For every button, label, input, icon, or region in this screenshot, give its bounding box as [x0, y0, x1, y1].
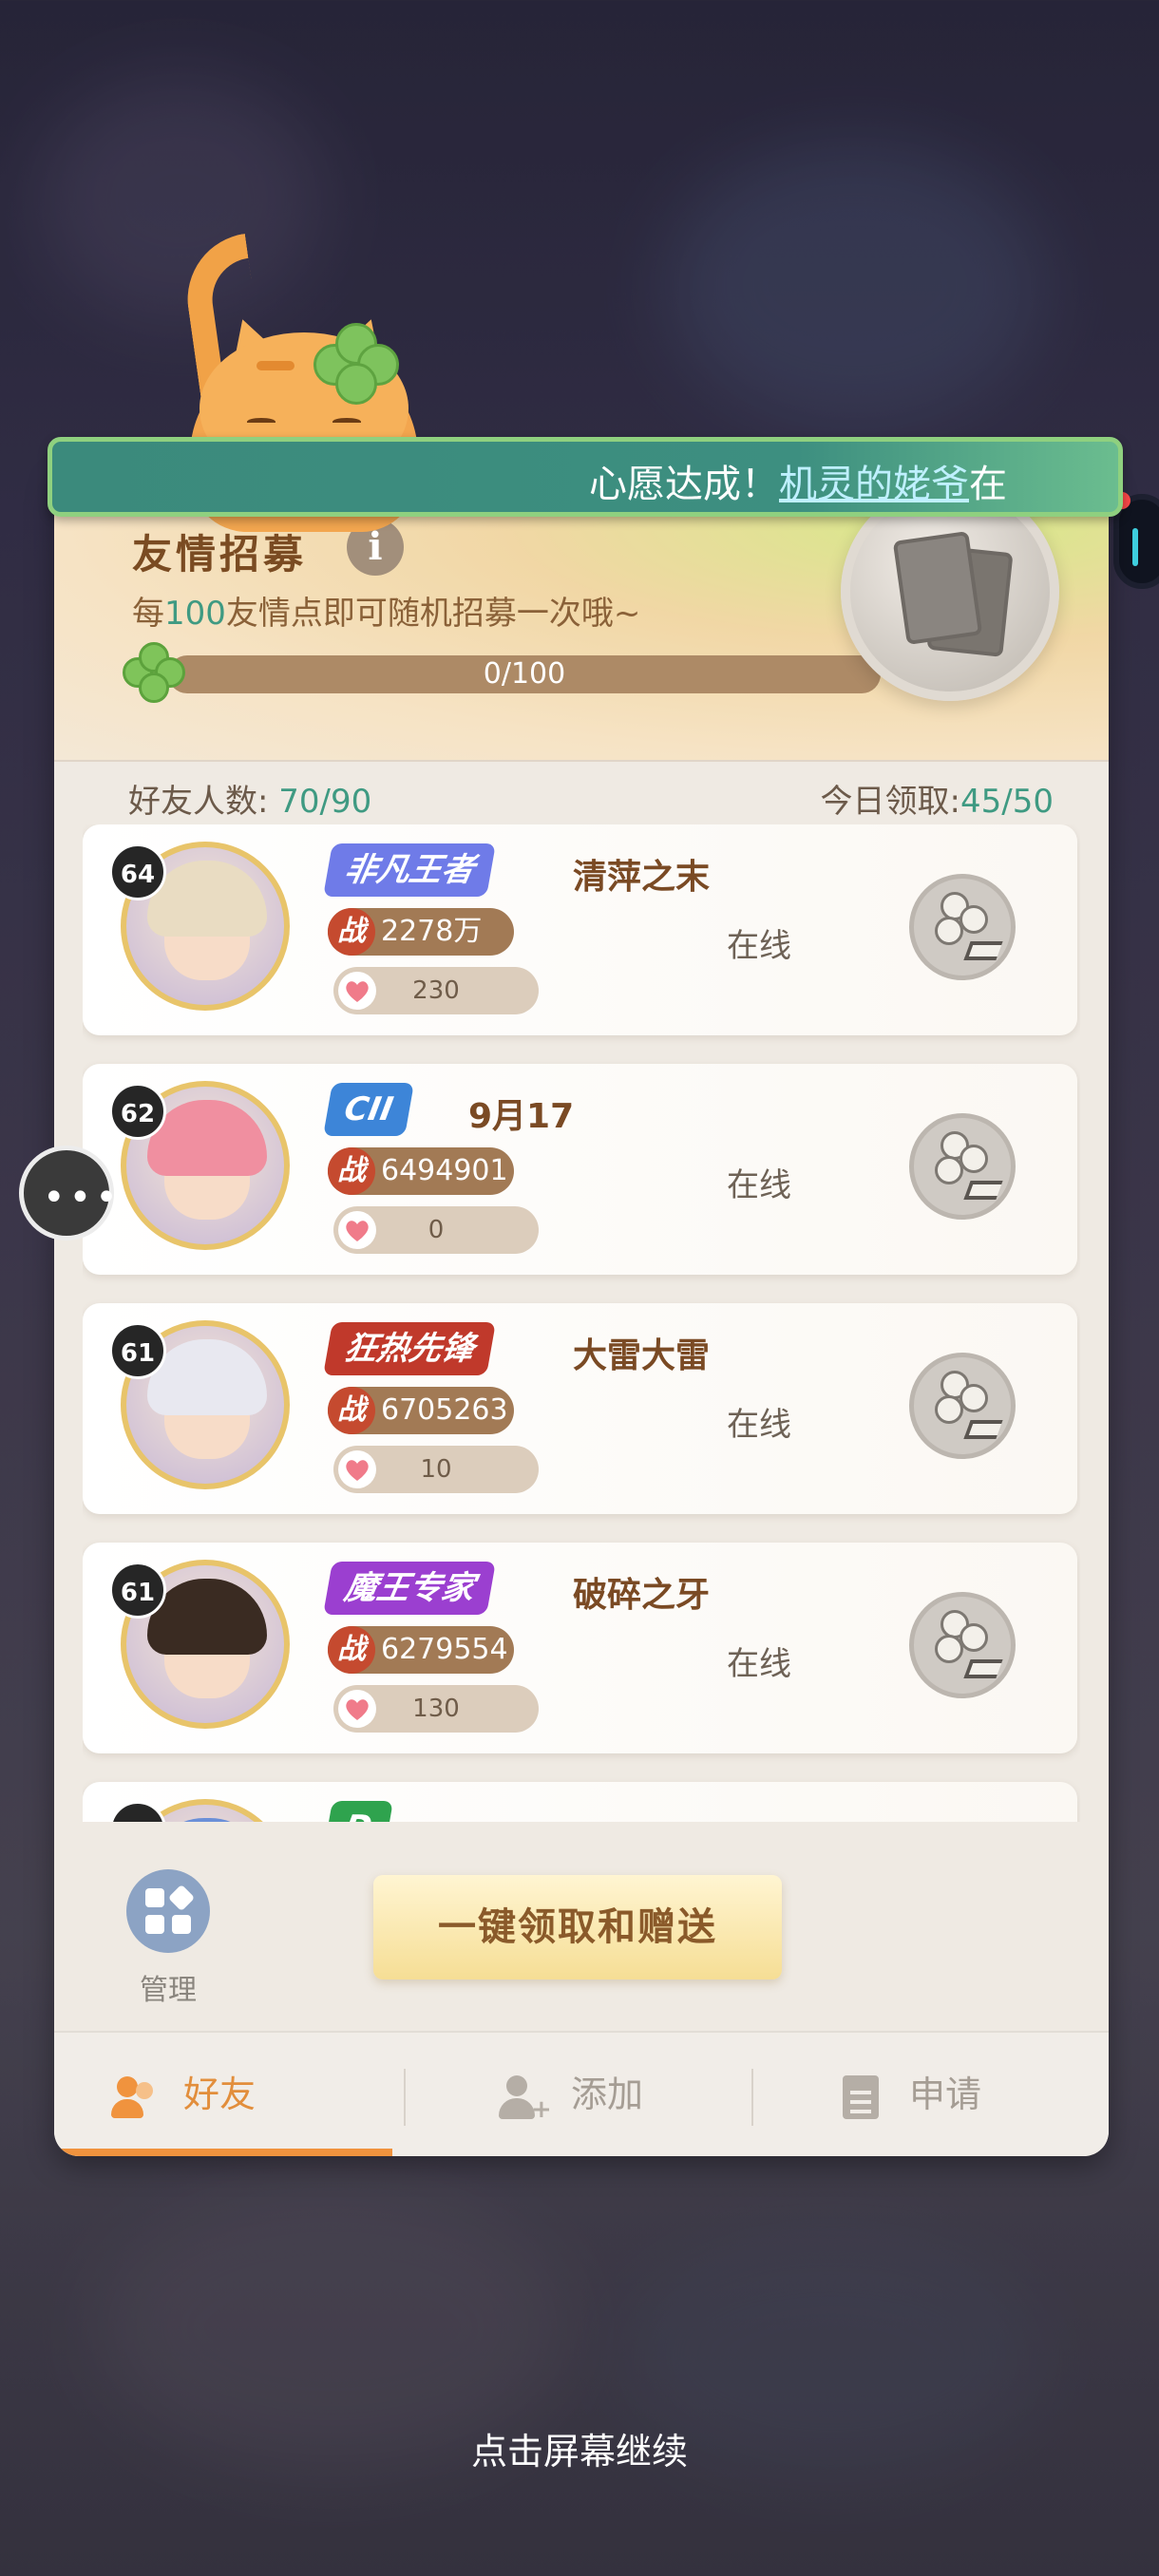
heart-icon — [338, 1211, 376, 1249]
chat-float-button[interactable]: ••• — [19, 1146, 118, 1241]
power-value: 战 6705263 — [328, 1387, 514, 1434]
tap-to-continue[interactable]: 点击屏幕继续 — [0, 2422, 1159, 2474]
clover-icon — [314, 323, 399, 408]
friend-count: 好友人数: 70/90 — [128, 783, 372, 821]
claim-and-send-all-button[interactable]: 一键领取和赠送 — [373, 1875, 782, 1979]
indicator-bar — [1132, 528, 1138, 566]
tab-add[interactable]: + 添加 — [499, 2033, 643, 2156]
level-badge: 61 — [109, 1562, 166, 1619]
banner-player-link[interactable]: 机灵的姥爷 — [779, 463, 969, 506]
friend-list[interactable]: 64 非凡王者 清萍之末 战 2278万 230 在线 62 CII 9月17 战… — [83, 824, 1080, 1822]
send-gift-button[interactable] — [909, 1353, 1016, 1459]
chat-icon: ••• — [43, 1176, 122, 1220]
friendship-points: 230 — [333, 967, 539, 1014]
title-badge: CII — [323, 1083, 415, 1136]
add-user-icon: + — [499, 2074, 552, 2122]
card-icon — [892, 530, 983, 646]
friendship-points: 130 — [333, 1685, 539, 1733]
online-status: 在线 — [727, 927, 791, 965]
bottom-tabs: 好友 + 添加 申请 — [54, 2031, 1109, 2156]
level-badge: 61 — [109, 1322, 166, 1379]
online-status: 在线 — [727, 1406, 791, 1444]
title-badge: D — [323, 1801, 394, 1822]
level-badge: 62 — [109, 1083, 166, 1140]
power-value: 战 6279554 — [328, 1626, 514, 1674]
friend-card[interactable]: 61 狂热先锋 大雷大雷 战 6705263 10 在线 — [83, 1303, 1077, 1514]
title-badge: 狂热先锋 — [323, 1322, 496, 1375]
friend-name: 清萍之末 — [573, 858, 711, 897]
send-gift-button[interactable] — [909, 1113, 1016, 1220]
active-tab-indicator — [54, 2149, 392, 2156]
friend-name: 大雷大雷 — [573, 1336, 711, 1375]
recruit-subtitle: 每100友情点即可随机招募一次哦~ — [132, 595, 641, 633]
friend-card[interactable]: 62 CII 9月17 战 6494901 0 在线 — [83, 1064, 1077, 1275]
heart-icon — [338, 972, 376, 1010]
heart-icon — [338, 1690, 376, 1728]
friend-name: 9月17 — [468, 1097, 575, 1136]
power-value: 战 6494901 — [328, 1147, 514, 1195]
send-gift-button[interactable] — [909, 1592, 1016, 1698]
banner-text: 心愿达成！机灵的姥爷在 — [589, 463, 1007, 506]
send-gift-button[interactable] — [909, 874, 1016, 980]
title-badge: 魔王专家 — [323, 1562, 496, 1615]
friend-name: 破碎之牙 — [573, 1576, 711, 1615]
friend-card[interactable]: 64 非凡王者 清萍之末 战 2278万 230 在线 — [83, 824, 1077, 1035]
today-claimed-count: 今日领取:45/50 — [820, 783, 1054, 821]
grid-icon — [126, 1869, 210, 1953]
wish-fulfilled-banner[interactable]: 心愿达成！机灵的姥爷在 — [48, 437, 1123, 517]
friend-card[interactable]: D — [83, 1782, 1077, 1822]
friendship-points: 0 — [333, 1206, 539, 1254]
clover-icon — [123, 642, 185, 705]
title-badge: 非凡王者 — [323, 843, 496, 897]
tab-requests[interactable]: 申请 — [843, 2033, 981, 2156]
friends-icon — [111, 2075, 153, 2118]
heart-icon — [338, 1450, 376, 1488]
friends-panel: 友情招募 i 每100友情点即可随机招募一次哦~ 0/100 好友人数: 70/… — [54, 465, 1109, 2156]
friendship-points: 10 — [333, 1446, 539, 1493]
power-value: 战 2278万 — [328, 908, 514, 956]
level-badge — [109, 1801, 166, 1822]
manage-button[interactable]: 管理 — [121, 1869, 216, 2008]
online-status: 在线 — [727, 1166, 791, 1204]
document-icon — [843, 2074, 879, 2119]
manage-label: 管理 — [140, 1974, 197, 2007]
tab-friends[interactable]: 好友 — [111, 2033, 256, 2156]
level-badge: 64 — [109, 843, 166, 900]
friend-card[interactable]: 61 魔王专家 破碎之牙 战 6279554 130 在线 — [83, 1543, 1077, 1753]
online-status: 在线 — [727, 1645, 791, 1683]
recruit-progress-text: 0/100 — [483, 657, 566, 691]
friend-counts: 好友人数: 70/90 今日领取:45/50 — [54, 760, 1109, 826]
